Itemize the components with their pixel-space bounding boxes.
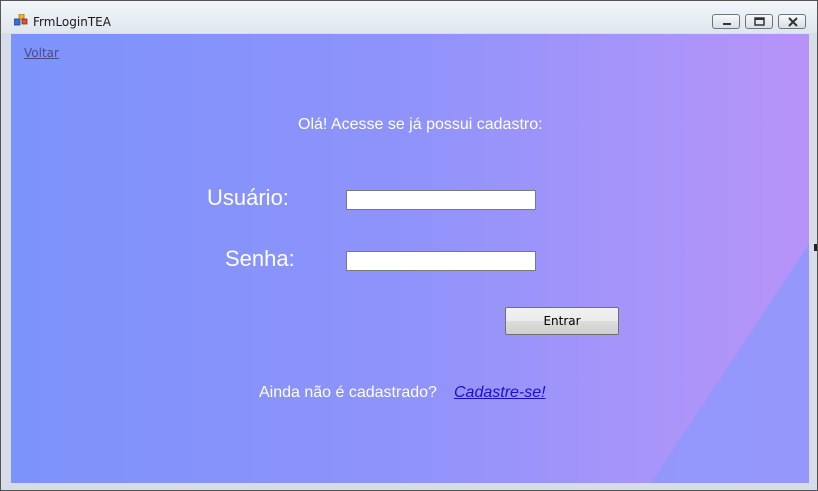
close-button[interactable]	[778, 14, 806, 29]
register-prompt: Ainda não é cadastrado?	[259, 384, 437, 401]
minimize-button[interactable]	[712, 14, 740, 29]
back-link[interactable]: Voltar	[24, 46, 59, 60]
minimize-icon	[723, 23, 731, 25]
register-link[interactable]: Cadastre-se!	[454, 384, 546, 402]
login-form: Voltar Olá! Acesse se já possui cadastro…	[11, 34, 809, 483]
greeting-text: Olá! Acesse se já possui cadastro:	[298, 116, 543, 133]
resize-grip[interactable]	[814, 244, 817, 251]
password-input[interactable]	[346, 251, 536, 271]
window-title: FrmLoginTEA	[33, 15, 111, 29]
password-label: Senha:	[225, 246, 295, 271]
login-button[interactable]: Entrar	[505, 307, 619, 335]
user-input[interactable]	[346, 190, 536, 210]
maximize-icon	[754, 17, 765, 26]
login-window: FrmLoginTEA Voltar Olá! Acesse se já pos…	[0, 0, 818, 491]
maximize-button[interactable]	[745, 14, 773, 29]
title-bar[interactable]: FrmLoginTEA	[1, 1, 817, 33]
user-label: Usuário:	[207, 185, 289, 210]
close-icon	[788, 17, 798, 27]
winforms-app-icon	[14, 14, 28, 26]
